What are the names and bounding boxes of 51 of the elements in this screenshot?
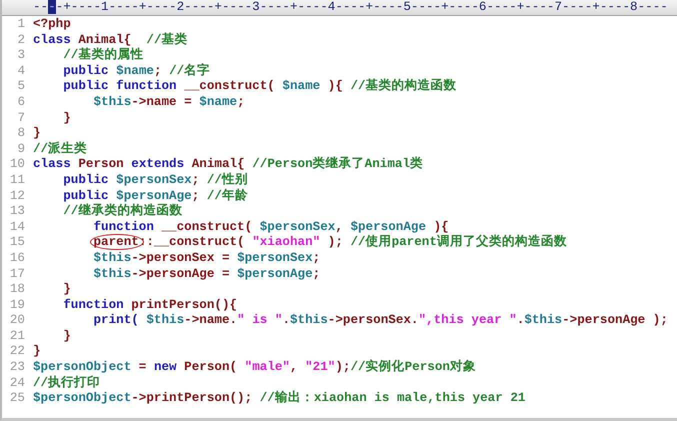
line-number: 7 (16, 110, 25, 126)
line-number: 19 (8, 298, 25, 314)
code-line: //派生类 (33, 142, 88, 158)
code-line: public $personAge; //年龄 (62, 188, 248, 204)
code-line: public $personSex; //性别 (62, 172, 248, 188)
line-number: 24 (8, 376, 25, 392)
code-line: class Person extends Animal{ //Person类继承了Animal类 (33, 157, 424, 172)
line-number: 23 (8, 360, 25, 376)
code-line: //执行打印 (33, 376, 100, 392)
line-number: 12 (8, 188, 25, 204)
code-line: $personObject->printPerson(); //输出：xiaohan is male,this year 21 (33, 391, 526, 407)
code-line: function printPerson(){ (62, 298, 238, 314)
line-number: 3 (16, 48, 25, 64)
code-line: //基类的属性 (62, 48, 144, 64)
code-line: $this->name = $name; (92, 94, 245, 111)
line-number: 1 (16, 17, 25, 33)
code-line: } (33, 344, 41, 360)
line-number: 18 (8, 282, 25, 298)
line-number: 15 (8, 235, 25, 251)
code-line: $this->personSex = $personSex; (92, 250, 320, 266)
line-number: 11 (8, 172, 25, 189)
line-number: 22 (8, 344, 25, 360)
code-line: class Animal{ //基类 (33, 32, 188, 48)
line-number: 5 (16, 79, 25, 95)
line-number: 10 (8, 157, 25, 173)
code-line: } (33, 126, 41, 142)
line-number: 13 (8, 204, 25, 220)
code-line: } (62, 110, 71, 126)
code-line: function __construct( $personSex, $personAge ){ (92, 220, 449, 234)
code-line: $this->personAge = $personAge; (92, 266, 320, 282)
line-number: 14 (8, 220, 25, 236)
code-line: parent::__construct( "xiaohan" ); //使用parent调用了父类的构造函数 (92, 235, 567, 251)
code-line: //继承类的构造函数 (62, 204, 182, 220)
line-number: 6 (16, 94, 25, 111)
line-number: 16 (8, 250, 25, 266)
code-line: } (62, 282, 71, 298)
code-line: <?php (33, 17, 71, 33)
line-number: 2 (16, 32, 25, 48)
line-number: 9 (16, 142, 25, 158)
line-number: 21 (8, 328, 25, 344)
code-line: public $name; //名字 (62, 64, 210, 80)
line-number: 4 (16, 64, 25, 80)
line-number: 25 (8, 391, 25, 407)
code-line: } (62, 328, 71, 344)
line-number: 20 (8, 313, 25, 329)
line-number: 8 (16, 126, 25, 142)
code-line: public function __construct( $name ){ //基类的构造函数 (62, 79, 457, 95)
line-number: 17 (8, 266, 25, 282)
code-line: $personObject = new Person( "male", "21");//实例化Person对象 (33, 360, 476, 376)
code-line: print( $this->name." is ".$this->personSex.",this year ".$this->personAge ); (92, 313, 668, 329)
column-ruler: ----+----1----+----2----+----3----+----4----+----5----+----6----+----7----+----8---- (2, 0, 677, 16)
